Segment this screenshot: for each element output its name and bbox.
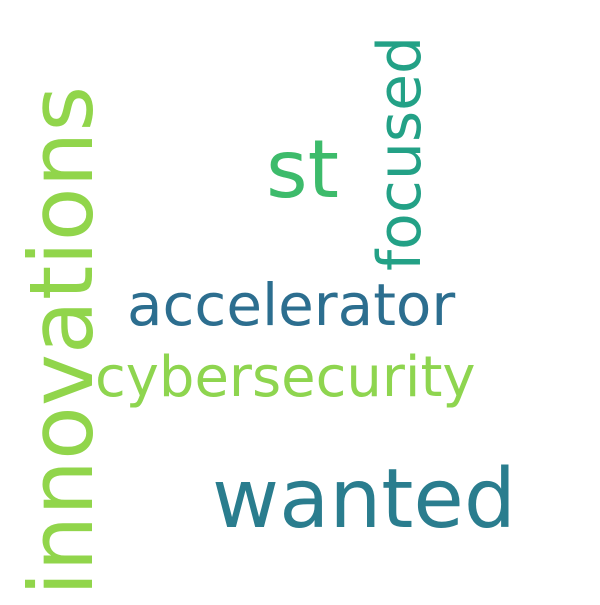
word-st: st xyxy=(266,123,339,216)
word-cloud: innovations st focused accelerator cyber… xyxy=(0,0,600,600)
word-focused: focused xyxy=(365,36,435,271)
word-cloud-svg: innovations st focused accelerator cyber… xyxy=(10,36,516,596)
word-innovations: innovations xyxy=(10,86,113,596)
word-accelerator: accelerator xyxy=(127,271,455,339)
word-wanted: wanted xyxy=(212,452,516,547)
word-cybersecurity: cybersecurity xyxy=(95,345,476,410)
